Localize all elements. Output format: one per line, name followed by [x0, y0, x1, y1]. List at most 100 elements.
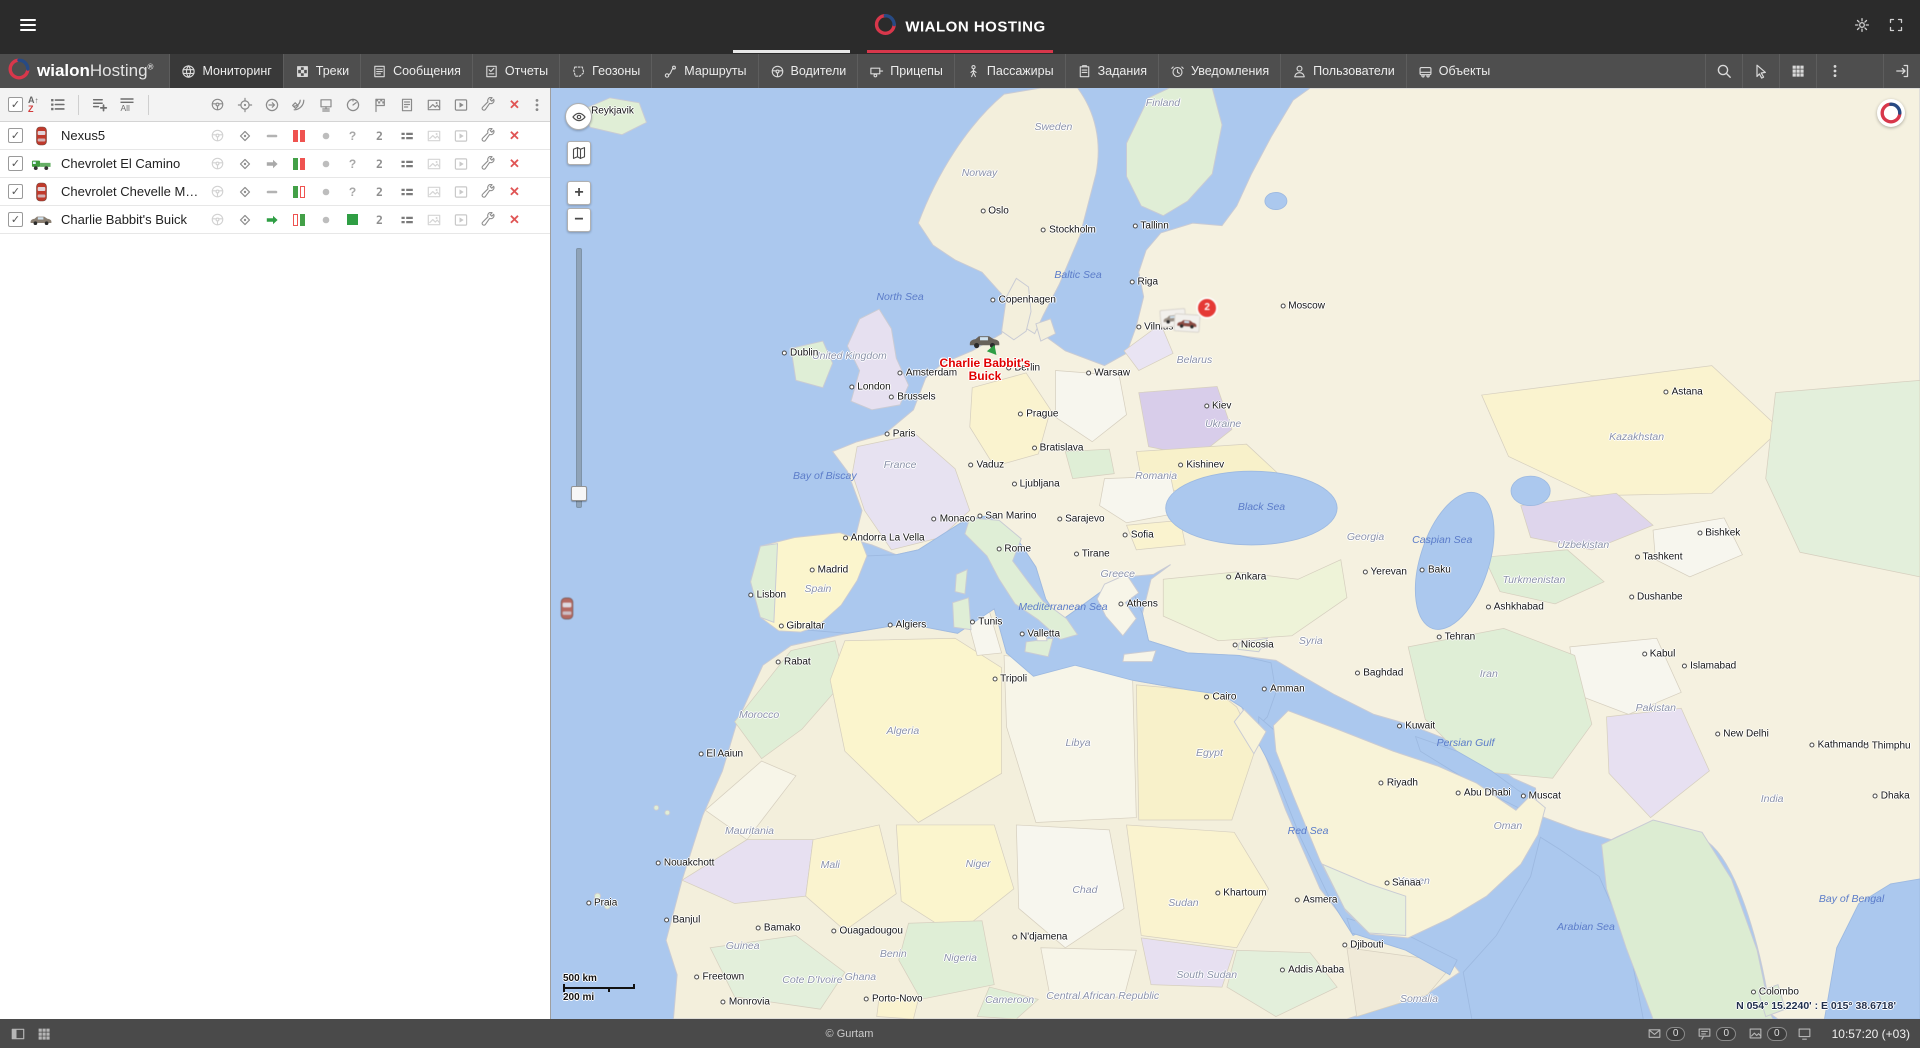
- unit-row[interactable]: ✓Chevrolet Chevelle Malibu?2✕: [0, 178, 550, 206]
- unit-name[interactable]: Chevrolet Chevelle Malibu: [59, 184, 204, 199]
- column-arrowCircle-icon[interactable]: [258, 97, 285, 113]
- map-layers-button[interactable]: [567, 141, 591, 165]
- video-play-icon[interactable]: [447, 212, 474, 228]
- unit-name[interactable]: Charlie Babbit's Buick: [59, 212, 204, 227]
- tab-unit[interactable]: Объекты: [1406, 54, 1502, 88]
- tab-report[interactable]: Отчеты: [472, 54, 559, 88]
- hamburger-menu-icon[interactable]: [18, 15, 42, 39]
- panel-menu-kebab-icon[interactable]: [528, 97, 546, 113]
- location-target-icon[interactable]: [231, 212, 258, 228]
- zoom-slider-handle[interactable]: [571, 486, 587, 501]
- column-play-icon[interactable]: [447, 97, 474, 113]
- remove-from-list-icon[interactable]: ✕: [501, 212, 528, 228]
- column-driver-icon[interactable]: [204, 97, 231, 112]
- photo-icon[interactable]: [420, 212, 447, 228]
- fullscreen-icon[interactable]: [1888, 17, 1904, 38]
- brand[interactable]: wialonHosting®: [0, 54, 169, 88]
- properties-icon[interactable]: [393, 128, 420, 144]
- unit-checkbox[interactable]: ✓: [8, 128, 23, 143]
- remove-from-list-icon[interactable]: ✕: [501, 156, 528, 172]
- footer-messages-group[interactable]: 0: [1647, 1026, 1686, 1041]
- unit-settings-wrench-icon[interactable]: [474, 128, 501, 144]
- footer-sms-group[interactable]: 0: [1697, 1026, 1736, 1041]
- video-play-icon[interactable]: [447, 128, 474, 144]
- tab-notification[interactable]: Уведомления: [1158, 54, 1280, 88]
- tab-trailer[interactable]: Прицепы: [857, 54, 954, 88]
- footer-media-group[interactable]: 0: [1748, 1026, 1787, 1041]
- bottom-panel-toggle-icon[interactable]: [10, 1026, 26, 1042]
- remove-from-list-icon[interactable]: ✕: [501, 128, 528, 144]
- events-icon[interactable]: 2: [366, 129, 393, 143]
- tab-globe[interactable]: Мониторинг: [169, 54, 282, 88]
- unit-name[interactable]: Chevrolet El Camino: [59, 156, 204, 171]
- tab-route[interactable]: Маршруты: [651, 54, 757, 88]
- show-all-button[interactable]: All: [113, 96, 141, 113]
- properties-icon[interactable]: [393, 212, 420, 228]
- map-label-country: Norway: [962, 167, 998, 179]
- unit-marker-charlie-babbits-buick[interactable]: Charlie Babbit's Buick: [940, 333, 1031, 383]
- column-gauge-icon[interactable]: [339, 97, 366, 113]
- unit-checkbox[interactable]: ✓: [8, 156, 23, 171]
- tab-checker[interactable]: Треки: [283, 54, 360, 88]
- unit-settings-wrench-icon[interactable]: [474, 212, 501, 228]
- photo-icon[interactable]: [420, 184, 447, 200]
- media-icon: [1748, 1026, 1763, 1041]
- tab-msg[interactable]: Сообщения: [360, 54, 472, 88]
- exit-icon[interactable]: [1883, 54, 1920, 88]
- grid-icon[interactable]: [1779, 54, 1816, 88]
- video-monitor-icon[interactable]: [1797, 1026, 1812, 1041]
- column-settings-wrench-icon[interactable]: [474, 97, 501, 113]
- video-play-icon[interactable]: [447, 184, 474, 200]
- search-icon[interactable]: [1705, 54, 1742, 88]
- tab-user[interactable]: Пользователи: [1280, 54, 1406, 88]
- location-target-icon[interactable]: [231, 184, 258, 200]
- unit-settings-wrench-icon[interactable]: [474, 184, 501, 200]
- cluster-vehicle-thumb: [1173, 313, 1200, 333]
- unit-checkbox[interactable]: ✓: [8, 212, 23, 227]
- work-list-icon[interactable]: [44, 96, 71, 113]
- column-monitor-icon[interactable]: [312, 97, 339, 113]
- column-image-icon[interactable]: [420, 97, 447, 113]
- remove-from-list-icon[interactable]: ✕: [501, 184, 528, 200]
- location-target-icon[interactable]: [231, 128, 258, 144]
- unit-marker-at-sea[interactable]: [560, 597, 574, 626]
- column-satellite-icon[interactable]: [285, 97, 312, 113]
- events-icon[interactable]: 2: [366, 213, 393, 227]
- tab-geofence[interactable]: Геозоны: [559, 54, 651, 88]
- gear-icon[interactable]: [1854, 17, 1870, 38]
- unit-row[interactable]: ✓Nexus5?2✕: [0, 122, 550, 150]
- map-canvas[interactable]: North SeaBaltic SeaBay of BiscayBlack Se…: [551, 88, 1920, 1019]
- unit-checkbox[interactable]: ✓: [8, 184, 23, 199]
- apps-grid-icon[interactable]: [36, 1026, 52, 1042]
- location-target-icon[interactable]: [231, 156, 258, 172]
- column-targetCross-icon[interactable]: [231, 97, 258, 113]
- tab-job[interactable]: Задания: [1065, 54, 1158, 88]
- zoom-out-button[interactable]: −: [567, 208, 591, 232]
- zoom-slider[interactable]: [576, 248, 582, 508]
- column-doc-icon[interactable]: [393, 97, 420, 113]
- column-remove-icon[interactable]: ✕: [501, 97, 528, 113]
- kebab-icon[interactable]: [1816, 54, 1853, 88]
- properties-icon[interactable]: [393, 156, 420, 172]
- unit-row[interactable]: ✓Chevrolet El Camino?2✕: [0, 150, 550, 178]
- visibility-eye-button[interactable]: [565, 103, 592, 130]
- photo-icon[interactable]: [420, 128, 447, 144]
- sort-az-button[interactable]: A↑Z: [23, 96, 44, 113]
- zoom-in-button[interactable]: +: [567, 181, 591, 205]
- pointer-icon[interactable]: [1742, 54, 1779, 88]
- tab-driver[interactable]: Водители: [758, 54, 858, 88]
- unit-name[interactable]: Nexus5: [59, 128, 204, 143]
- photo-icon[interactable]: [420, 156, 447, 172]
- add-to-list-button[interactable]: [86, 96, 113, 113]
- user-icon: [1292, 64, 1307, 79]
- video-play-icon[interactable]: [447, 156, 474, 172]
- unit-cluster-marker[interactable]: 2: [1160, 309, 1204, 335]
- events-icon[interactable]: 2: [366, 157, 393, 171]
- unit-settings-wrench-icon[interactable]: [474, 156, 501, 172]
- select-all-checkbox[interactable]: ✓: [8, 97, 23, 112]
- column-flag-icon[interactable]: [366, 97, 393, 113]
- tab-passenger[interactable]: Пассажиры: [954, 54, 1065, 88]
- unit-row[interactable]: ✓ Charlie Babbit's Buick 2 ✕: [0, 206, 550, 234]
- properties-icon[interactable]: [393, 184, 420, 200]
- events-icon[interactable]: 2: [366, 185, 393, 199]
